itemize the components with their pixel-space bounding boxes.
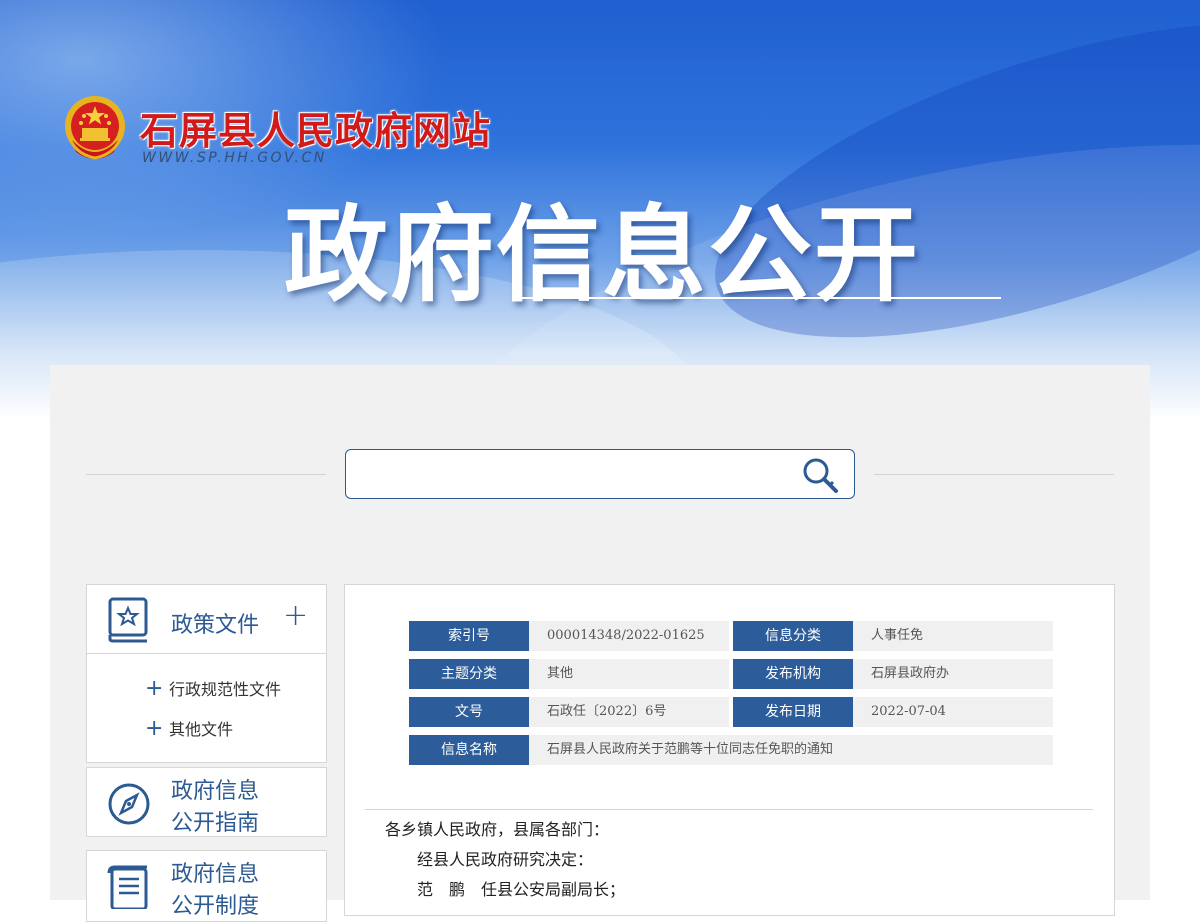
search-divider-left [86, 474, 326, 475]
document-list-icon [107, 865, 148, 909]
meta-label-date: 发布日期 [733, 697, 859, 727]
sidebar-subitem-label: 其他文件 [169, 720, 234, 739]
sidebar-title-policy: 政策文件 [171, 613, 260, 638]
sidebar-title-system: 政府信息 公开制度 [171, 859, 281, 923]
sidebar-title-line: 公开指南 [171, 811, 260, 836]
sidebar-title-guide: 政府信息 公开指南 [171, 776, 281, 840]
meta-label-topic: 主题分类 [409, 659, 535, 689]
meta-label-publisher: 发布机构 [733, 659, 859, 689]
meta-value-doc-no: 石政任〔2022〕6号 [529, 697, 729, 727]
sidebar-system-card: 政府信息 公开制度 [86, 850, 327, 922]
document-star-icon [108, 597, 148, 643]
plus-icon: + [145, 716, 164, 741]
meta-value-publisher: 石屏县政府办 [853, 659, 1053, 689]
plus-icon: + [145, 676, 164, 701]
content-divider [365, 809, 1093, 810]
search-box [345, 449, 855, 499]
article-paragraph: 经县人民政府研究决定： [417, 850, 594, 869]
header-banner: 石屏县人民政府网站 WWW.SP.HH.GOV.CN 政府信息公开 [0, 0, 1200, 420]
meta-label-name: 信息名称 [409, 735, 535, 765]
sidebar-item-policy[interactable]: 政策文件 + [87, 585, 326, 653]
expand-icon[interactable]: + [283, 601, 308, 631]
sidebar-title-line: 政府信息 [171, 862, 260, 887]
sidebar-subitem-normative[interactable]: + 行政规范性文件 [87, 676, 326, 716]
site-url: WWW.SP.HH.GOV.CN [142, 150, 327, 166]
meta-label-index: 索引号 [409, 621, 535, 651]
article-paragraph: 范 鹏 任县公安局副局长； [417, 880, 626, 899]
national-emblem-icon [65, 96, 125, 160]
compass-icon [108, 783, 150, 825]
article-body: 各乡镇人民政府，县属各部门： 经县人民政府研究决定： 范 鹏 任县公安局副局长； [385, 815, 625, 905]
sidebar-policy-card: 政策文件 + + 行政规范性文件 + 其他文件 [86, 584, 327, 763]
sidebar-submenu: + 行政规范性文件 + 其他文件 [87, 653, 326, 762]
site-title: 石屏县人民政府网站 [140, 109, 492, 153]
search-divider-right [874, 474, 1114, 475]
sidebar-subitem-label: 行政规范性文件 [169, 680, 282, 699]
search-input[interactable] [356, 456, 790, 492]
sidebar-title-line: 政府信息 [171, 779, 260, 804]
article-greeting: 各乡镇人民政府，县属各部门： [385, 820, 610, 839]
search-icon[interactable] [800, 456, 840, 496]
meta-value-topic: 其他 [529, 659, 729, 689]
sidebar-title-line: 公开制度 [171, 894, 260, 919]
meta-value-date: 2022-07-04 [853, 697, 1053, 727]
sidebar-subitem-other[interactable]: + 其他文件 [87, 716, 326, 756]
hero-underline [513, 297, 1001, 299]
sidebar-item-system[interactable]: 政府信息 公开制度 [87, 851, 326, 919]
meta-value-index: 000014348/2022-01625 [529, 621, 729, 651]
main-panel: 政策文件 + + 行政规范性文件 + 其他文件 政府信息 公开指南 政府信息 公… [50, 365, 1150, 922]
meta-value-category: 人事任免 [853, 621, 1053, 651]
sidebar-item-guide[interactable]: 政府信息 公开指南 [87, 768, 326, 836]
sidebar-guide-card: 政府信息 公开指南 [86, 767, 327, 837]
meta-label-category: 信息分类 [733, 621, 859, 651]
meta-label-doc-no: 文号 [409, 697, 535, 727]
meta-value-name: 石屏县人民政府关于范鹏等十位同志任免职的通知 [529, 735, 1053, 765]
article-content: 索引号 000014348/2022-01625 信息分类 人事任免 主题分类 … [344, 584, 1115, 916]
